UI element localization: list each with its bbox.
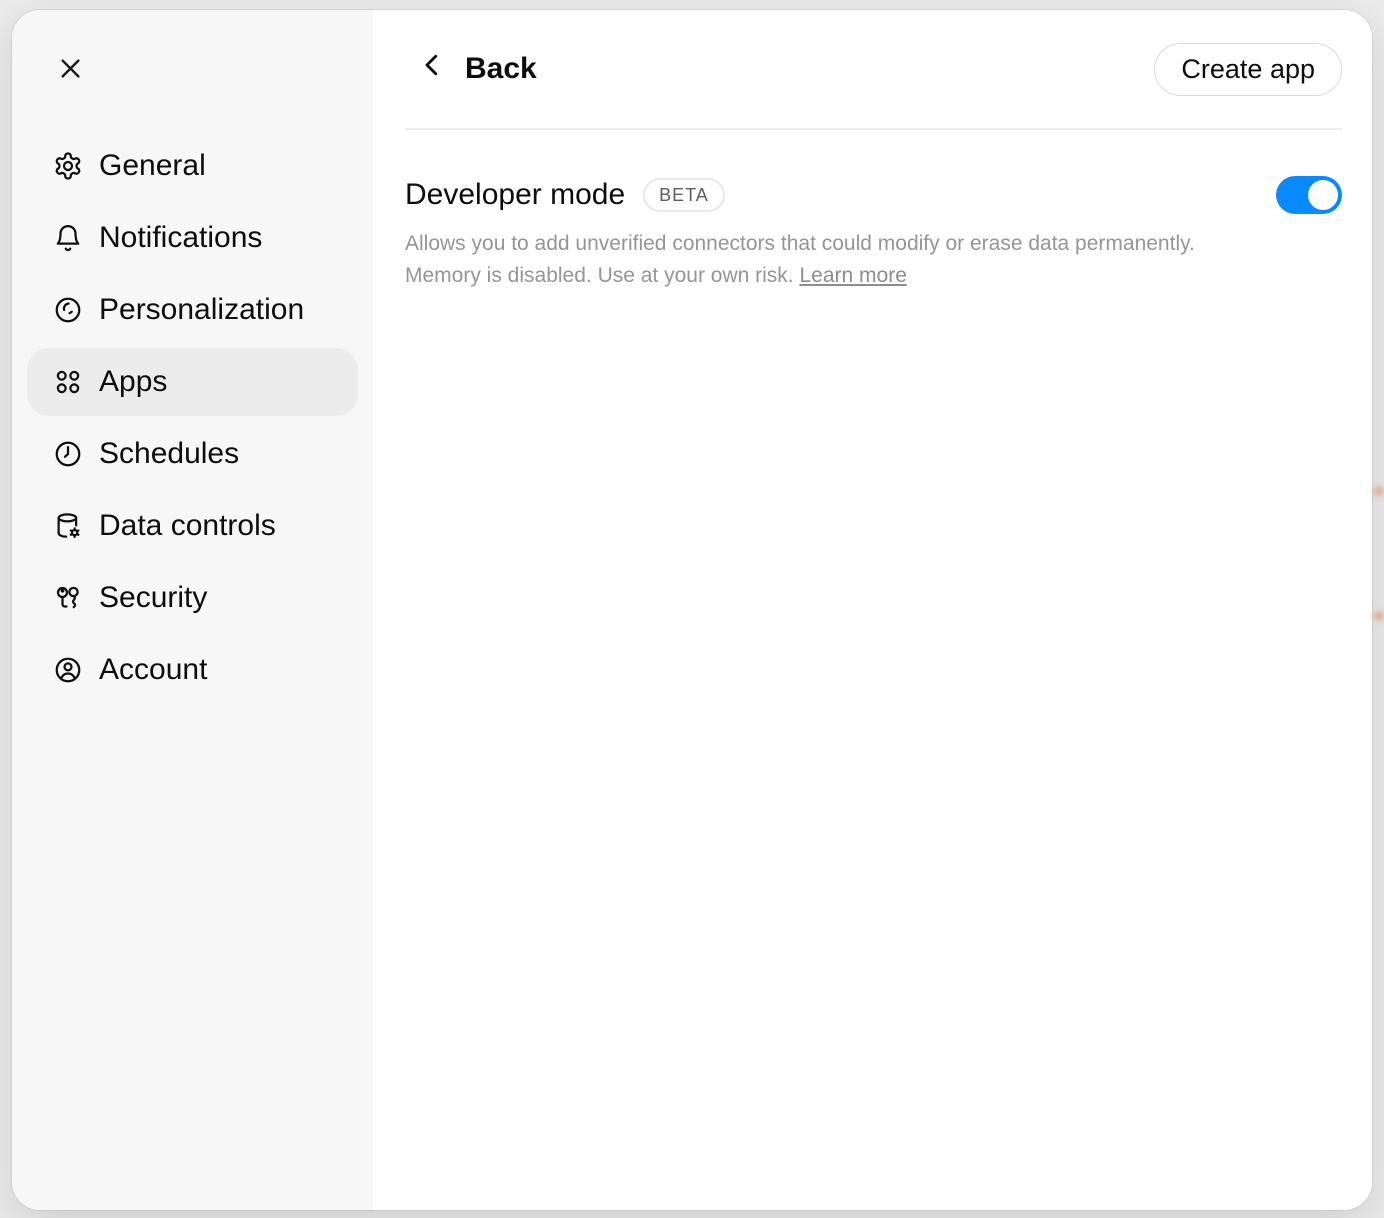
apps-settings-panel: Back Create app Developer mode BETA Allo… (373, 10, 1372, 1210)
personalization-icon (53, 295, 83, 325)
learn-more-link[interactable]: Learn more (799, 264, 906, 287)
developer-mode-toggle[interactable] (1276, 176, 1342, 214)
create-app-button[interactable]: Create app (1154, 43, 1342, 96)
bell-icon (53, 223, 83, 253)
close-button[interactable] (48, 48, 92, 92)
chevron-left-icon (417, 50, 447, 88)
sidebar-item-notifications[interactable]: Notifications (27, 204, 358, 272)
panel-header: Back Create app (405, 10, 1342, 130)
sidebar-item-label: Notifications (99, 223, 262, 253)
background-content-peek (1374, 487, 1384, 495)
database-gear-icon (53, 511, 83, 541)
close-icon (57, 55, 84, 85)
developer-mode-title: Developer mode (405, 178, 625, 212)
user-circle-icon (53, 655, 83, 685)
sidebar-item-label: Schedules (99, 439, 239, 469)
back-button[interactable]: Back (417, 50, 537, 88)
sidebar-item-label: General (99, 151, 206, 181)
sidebar-item-label: Personalization (99, 295, 304, 325)
gear-icon (53, 151, 83, 181)
developer-mode-row: Developer mode BETA (405, 176, 1342, 214)
sidebar-item-label: Account (99, 655, 207, 685)
clock-icon (53, 439, 83, 469)
sidebar-item-label: Data controls (99, 511, 276, 541)
sidebar-item-schedules[interactable]: Schedules (27, 420, 358, 488)
settings-sidebar: General Notifications (12, 10, 373, 1210)
developer-mode-title-group: Developer mode BETA (405, 178, 725, 212)
sidebar-item-data-controls[interactable]: Data controls (27, 492, 358, 560)
sidebar-item-label: Security (99, 583, 207, 613)
developer-mode-description: Allows you to add unverified connectors … (405, 228, 1245, 292)
apps-grid-icon (53, 367, 83, 397)
background-content-peek (1374, 612, 1384, 620)
settings-nav: General Notifications (12, 132, 373, 704)
developer-mode-section: Developer mode BETA Allows you to add un… (373, 130, 1372, 292)
settings-dialog: General Notifications (12, 10, 1372, 1210)
sidebar-item-security[interactable]: Security (27, 564, 358, 632)
toggle-knob (1308, 180, 1338, 210)
sidebar-item-general[interactable]: General (27, 132, 358, 200)
sidebar-item-apps[interactable]: Apps (27, 348, 358, 416)
sidebar-item-personalization[interactable]: Personalization (27, 276, 358, 344)
sidebar-item-label: Apps (99, 367, 167, 397)
beta-badge: BETA (643, 178, 725, 212)
sidebar-item-account[interactable]: Account (27, 636, 358, 704)
keys-icon (53, 583, 83, 613)
back-label: Back (465, 52, 537, 86)
